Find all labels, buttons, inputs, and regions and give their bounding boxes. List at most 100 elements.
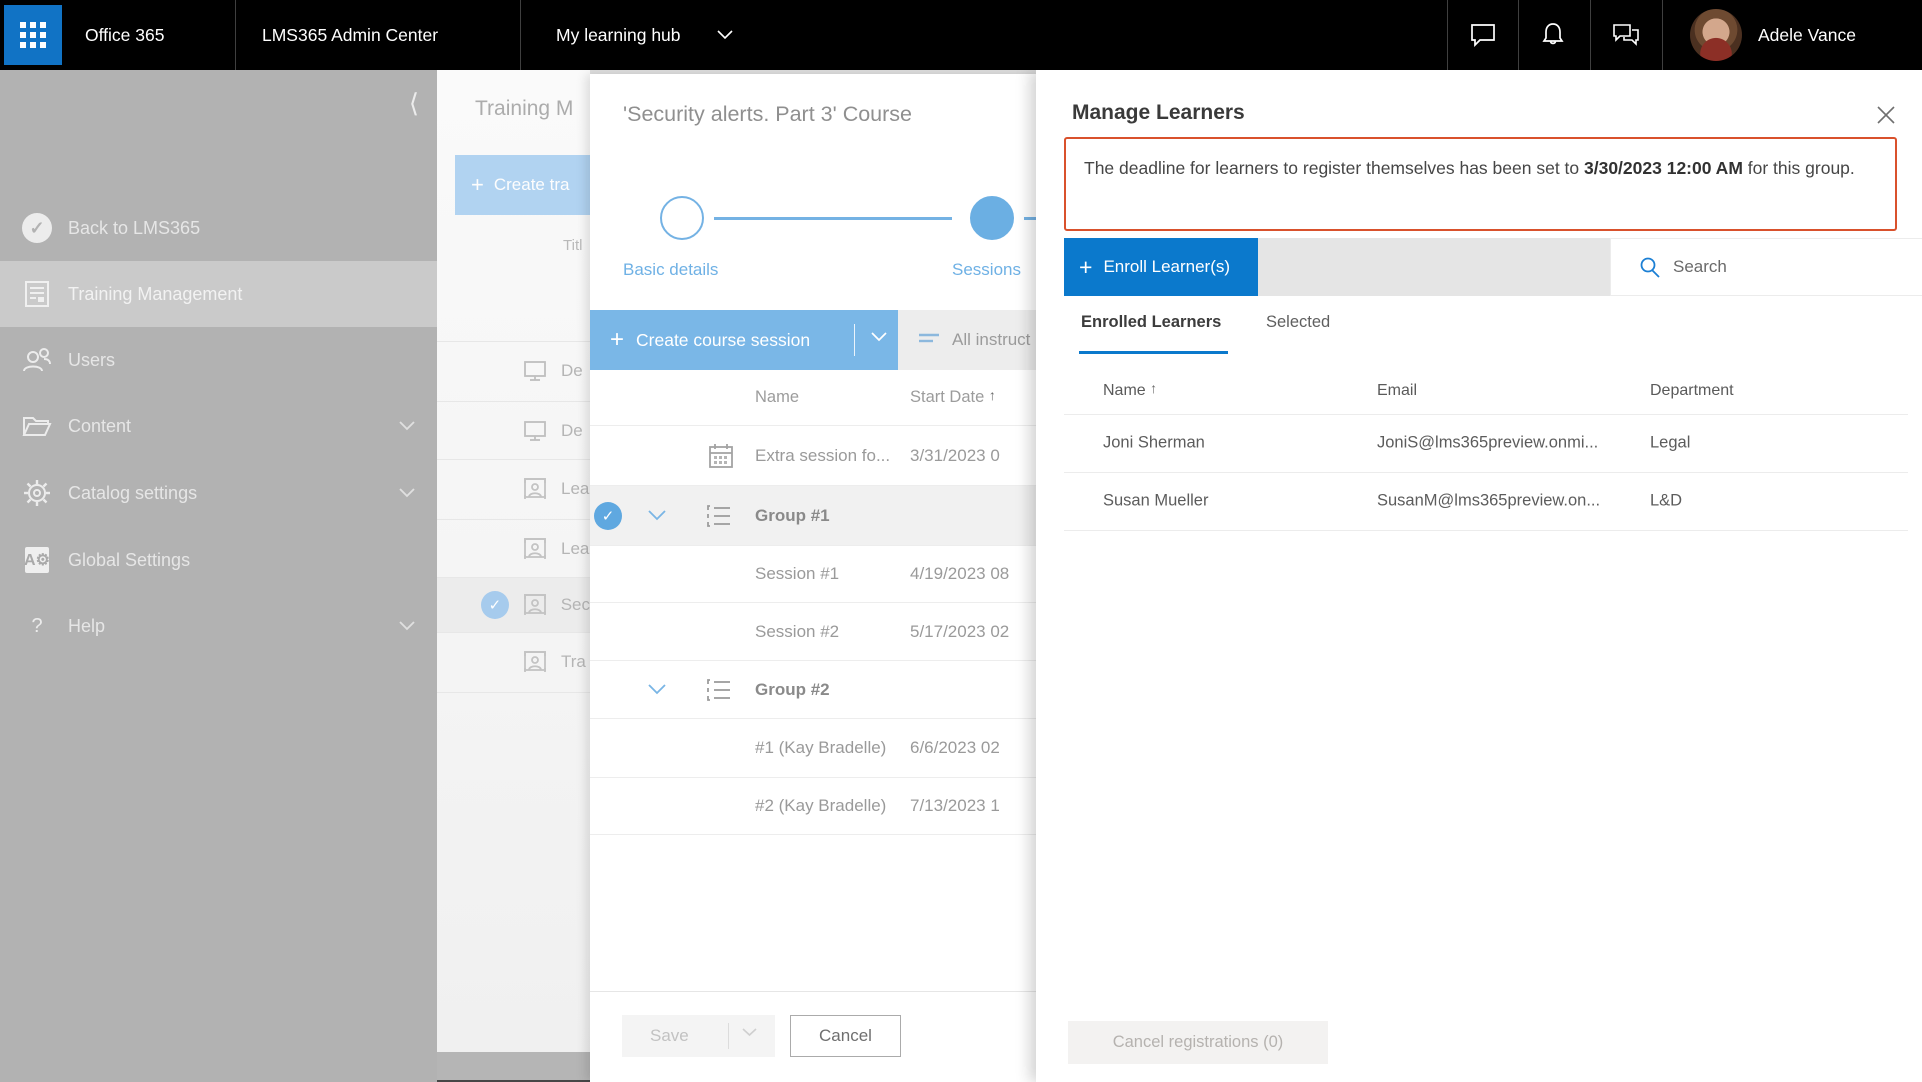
cancel-registrations-button[interactable]: Cancel registrations (0)	[1068, 1021, 1328, 1064]
group-name: Group #1	[755, 506, 830, 526]
department-column-header[interactable]: Department	[1650, 382, 1734, 400]
filter-label: All instruct	[952, 330, 1030, 350]
admin-center-link[interactable]: LMS365 Admin Center	[262, 0, 438, 70]
learner-email: JoniS@lms365preview.onmi...	[1377, 434, 1598, 453]
enroll-learners-button[interactable]: + Enroll Learner(s)	[1064, 238, 1258, 296]
name-column-header[interactable]: Name ↑	[1103, 382, 1157, 400]
session-row[interactable]: #1 (Kay Bradelle) 6/6/2023 02	[590, 718, 1050, 777]
table-row[interactable]: De	[437, 341, 590, 399]
session-date: 6/6/2023 02	[910, 738, 1000, 758]
group-row-selected[interactable]: ✓ Group #1	[590, 485, 1050, 545]
cancel-button[interactable]: Cancel	[790, 1015, 901, 1057]
session-row[interactable]: #2 (Kay Bradelle) 7/13/2023 1	[590, 777, 1050, 835]
manage-learners-panel: Manage Learners The deadline for learner…	[1036, 70, 1922, 1082]
tab-selected[interactable]: Selected	[1266, 313, 1330, 332]
sidebar-item-global-settings[interactable]: A⚙ Global Settings	[0, 527, 437, 593]
start-date-column-header[interactable]: Start Date ↑	[910, 388, 996, 407]
step-sessions-label[interactable]: Sessions	[952, 260, 1021, 280]
active-tab-indicator	[1079, 351, 1228, 354]
feedback-icon[interactable]	[1601, 0, 1651, 70]
session-row[interactable]: Extra session fo... 3/31/2023 0	[590, 425, 1050, 485]
sidebar-item-content[interactable]: Content	[0, 393, 437, 459]
email-column-header[interactable]: Email	[1377, 382, 1417, 400]
plus-icon: +	[610, 326, 624, 354]
waffle-icon	[20, 22, 46, 48]
learning-hub-menu[interactable]: My learning hub	[556, 0, 681, 70]
sidebar-item-catalog-settings[interactable]: Catalog settings	[0, 460, 437, 526]
selected-check-icon[interactable]: ✓	[481, 591, 509, 619]
session-row[interactable]: Session #2 5/17/2023 02	[590, 602, 1050, 660]
notice-text: for this group.	[1743, 158, 1855, 178]
row-label: Lea	[561, 479, 589, 499]
topbar-divider	[235, 0, 236, 70]
chevron-down-icon[interactable]	[648, 684, 666, 695]
close-icon[interactable]	[1868, 97, 1904, 133]
sidebar-item-help[interactable]: ? Help	[0, 593, 437, 659]
session-date: 5/17/2023 02	[910, 622, 1009, 642]
selected-check-icon[interactable]: ✓	[594, 502, 622, 530]
table-row-selected[interactable]: ✓ Sec	[437, 577, 590, 632]
step-sessions-circle[interactable]	[970, 196, 1014, 240]
footer-divider	[590, 991, 1040, 992]
table-row[interactable]: Lea	[437, 459, 590, 517]
learner-row[interactable]: Susan Mueller SusanM@lms365preview.on...…	[1036, 472, 1922, 530]
training-management-page: Training M + Create tra Titl De De Lea L…	[437, 70, 590, 1052]
instructor-filter-dropdown[interactable]: All instruct	[898, 310, 1040, 370]
session-row[interactable]: Session #1 4/19/2023 08	[590, 545, 1050, 602]
sidebar-item-label: Users	[68, 350, 115, 371]
create-course-session-button[interactable]: + Create course session	[590, 310, 898, 370]
topbar-divider	[1662, 0, 1663, 70]
chevron-down-icon	[399, 488, 415, 498]
admin-a-icon: A⚙	[22, 547, 52, 573]
table-row[interactable]: Tra	[437, 632, 590, 690]
step-connector	[714, 217, 952, 220]
chevron-down-icon[interactable]	[648, 510, 666, 521]
search-icon	[1639, 256, 1661, 278]
name-column-header[interactable]: Name	[755, 388, 799, 407]
page-title: Training M	[475, 97, 573, 121]
sidebar-item-label: Training Management	[68, 284, 242, 305]
sidebar-item-training-management[interactable]: Training Management	[0, 261, 437, 327]
search-input[interactable]	[1673, 257, 1893, 277]
bell-icon[interactable]	[1528, 0, 1578, 70]
sidebar-item-label: Catalog settings	[68, 483, 197, 504]
sidebar-item-label: Help	[68, 616, 105, 637]
plus-icon: +	[471, 172, 484, 198]
app-launcher-button[interactable]	[4, 5, 62, 65]
top-bar: Office 365 LMS365 Admin Center My learni…	[0, 0, 1922, 70]
chevron-down-icon[interactable]	[700, 0, 750, 70]
create-training-button[interactable]: + Create tra	[455, 155, 590, 215]
users-icon	[22, 347, 52, 373]
save-button[interactable]: Save	[622, 1015, 775, 1057]
office-365-link[interactable]: Office 365	[85, 0, 164, 70]
filter-lines-icon	[918, 333, 940, 347]
chevron-down-icon[interactable]	[871, 332, 887, 342]
topbar-divider	[1518, 0, 1519, 70]
step-basic-details-label[interactable]: Basic details	[623, 260, 718, 280]
user-avatar[interactable]	[1690, 9, 1742, 61]
chevron-down-icon[interactable]	[742, 1028, 757, 1037]
group-row[interactable]: Group #2	[590, 660, 1050, 718]
sidebar-item-back-to-lms365[interactable]: ✓ Back to LMS365	[0, 195, 437, 261]
learner-department: Legal	[1650, 434, 1690, 453]
group-list-icon	[706, 505, 732, 527]
table-row[interactable]: De	[437, 401, 590, 459]
sidebar-collapse-icon[interactable]: ⟨	[409, 88, 419, 119]
enroll-label: Enroll Learner(s)	[1103, 257, 1230, 277]
app-window: Office 365 LMS365 Admin Center My learni…	[0, 0, 1922, 1082]
table-row[interactable]: Lea	[437, 519, 590, 577]
session-name: Session #1	[755, 564, 839, 584]
user-name[interactable]: Adele Vance	[1758, 0, 1856, 70]
learners-table-header: Name ↑ Email Department	[1036, 360, 1922, 414]
instructor-icon	[523, 477, 547, 501]
tab-enrolled-learners[interactable]: Enrolled Learners	[1081, 313, 1221, 332]
folder-icon	[22, 414, 52, 438]
search-box[interactable]	[1610, 238, 1922, 296]
learner-row[interactable]: Joni Sherman JoniS@lms365preview.onmi...…	[1036, 414, 1922, 472]
sidebar-item-users[interactable]: Users	[0, 327, 437, 393]
topbar-divider	[1447, 0, 1448, 70]
chat-icon[interactable]	[1458, 0, 1508, 70]
row-label: Lea	[561, 539, 589, 559]
sidebar-nav: ⟨ ✓ Back to LMS365 Training Management U…	[0, 70, 437, 1082]
step-basic-details-circle[interactable]	[660, 196, 704, 240]
